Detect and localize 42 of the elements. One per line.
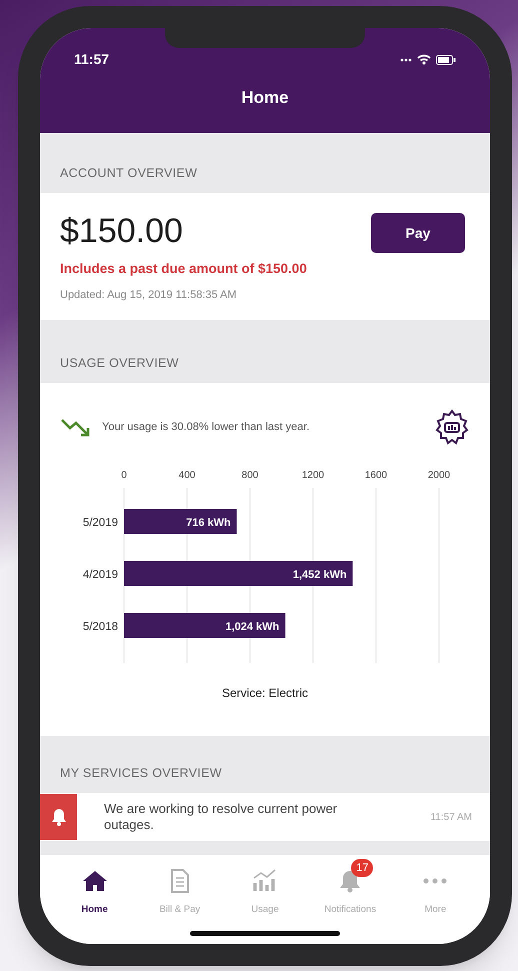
usage-summary: Your usage is 30.08% lower than last year. bbox=[102, 420, 311, 435]
wifi-icon bbox=[417, 54, 431, 65]
badge-count: 17 bbox=[351, 859, 374, 877]
section-heading: ACCOUNT OVERVIEW bbox=[60, 165, 198, 182]
screen-title: Home bbox=[240, 87, 290, 109]
bar-chart-icon bbox=[252, 869, 278, 893]
updated-timestamp: Updated: Aug 15, 2019 11:58:35 AM bbox=[60, 288, 238, 304]
tab-item[interactable]: 17 Notifications bbox=[308, 857, 393, 918]
bell-icon bbox=[50, 808, 66, 826]
axis-tick-label: 1200 bbox=[302, 470, 324, 481]
pay-button[interactable]: Pay bbox=[371, 213, 465, 253]
tab-item[interactable]: Bill & Pay bbox=[137, 857, 222, 918]
battery-icon bbox=[436, 54, 456, 64]
balance-amount: $150.00 bbox=[60, 211, 183, 251]
past-due-notice: Includes a past due amount of $150.00 bbox=[60, 260, 308, 278]
status-time: 11:57 bbox=[74, 50, 110, 69]
category-label: 5/2019 bbox=[82, 517, 118, 529]
category-label: 5/2018 bbox=[82, 621, 118, 633]
axis-tick-label: 800 bbox=[242, 470, 258, 481]
bell-icon bbox=[339, 869, 362, 893]
axis-tick-label: 2000 bbox=[428, 470, 450, 481]
notification-message: We are working to resolve current power outages. bbox=[104, 801, 338, 833]
tab-item[interactable]: More bbox=[392, 857, 478, 918]
more-icon bbox=[422, 878, 448, 884]
home-icon bbox=[82, 870, 108, 892]
tab-item[interactable]: Usage bbox=[222, 857, 308, 918]
section-heading: MY SERVICES OVERVIEW bbox=[60, 765, 222, 782]
bar-value-label: 1,024 kWh bbox=[225, 621, 280, 633]
notification-row[interactable]: We are working to resolve current power outages. 11:57 AM bbox=[40, 793, 490, 841]
gear-chart-icon[interactable] bbox=[434, 409, 470, 445]
axis-label: Service: Electric bbox=[220, 685, 310, 702]
axis-tick-label: 1600 bbox=[364, 470, 388, 481]
category-label: 4/2019 bbox=[82, 569, 118, 581]
signal-icon bbox=[400, 58, 412, 62]
section-heading: USAGE OVERVIEW bbox=[60, 355, 179, 372]
document-icon bbox=[170, 869, 189, 893]
axis-tick-label: 400 bbox=[178, 470, 196, 481]
tab-item[interactable]: Home bbox=[52, 857, 138, 918]
axis-tick-label: 0 bbox=[121, 470, 127, 481]
bar-value-label: 716 kWh bbox=[186, 517, 231, 529]
bar-value-label: 1,452 kWh bbox=[292, 569, 347, 581]
notification-time: 11:57 AM bbox=[430, 810, 472, 824]
